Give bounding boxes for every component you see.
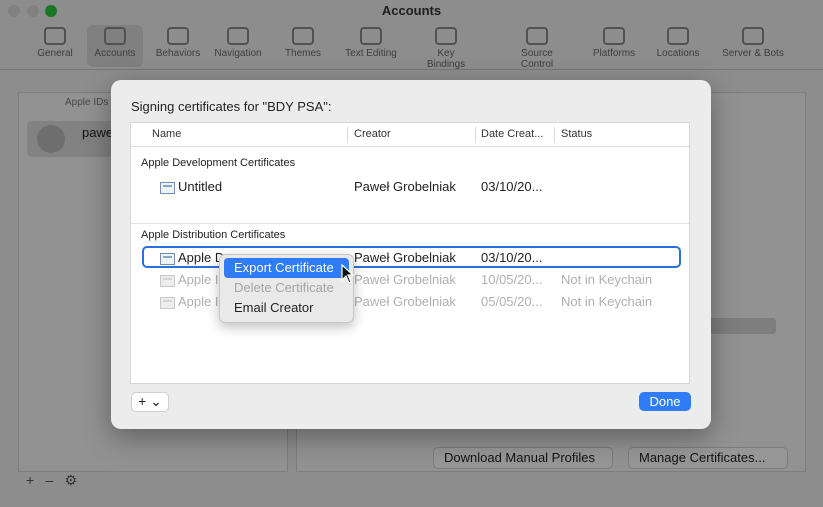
certificate-icon: [160, 253, 175, 265]
cert-name[interactable]: Untitled: [178, 179, 222, 194]
cert-status: Not in Keychain: [561, 272, 653, 287]
certificate-icon: [160, 275, 175, 287]
menu-item-email-creator[interactable]: Email Creator: [224, 298, 349, 318]
certificate-icon: [160, 182, 175, 194]
menu-item-delete-certificate: Delete Certificate: [234, 280, 334, 295]
table-header: Name Creator Date Creat... Status: [131, 123, 689, 147]
column-status[interactable]: Status: [561, 128, 592, 140]
cert-creator: Paweł Grobelniak: [354, 272, 456, 287]
done-button[interactable]: Done: [639, 392, 691, 411]
column-divider: [347, 127, 348, 143]
menu-item-export-certificate[interactable]: Export Certificate: [224, 258, 349, 278]
cert-date: 03/10/20...: [481, 179, 543, 194]
certificates-table: Name Creator Date Creat... Status Apple …: [130, 122, 690, 384]
cert-creator: Paweł Grobelniak: [354, 294, 456, 309]
column-date-created[interactable]: Date Creat...: [481, 128, 543, 140]
column-name[interactable]: Name: [152, 128, 181, 140]
certificate-icon: [160, 297, 175, 309]
sheet-title: Signing certificates for "BDY PSA":: [131, 99, 332, 114]
cert-date: 05/05/20...: [481, 294, 543, 309]
cert-name[interactable]: Apple I: [178, 294, 218, 309]
cert-name[interactable]: Apple I: [178, 272, 218, 287]
column-creator[interactable]: Creator: [354, 128, 391, 140]
cert-creator: Paweł Grobelniak: [354, 250, 456, 265]
add-certificate-button[interactable]: + ⌄: [131, 392, 169, 412]
cert-date: 03/10/20...: [481, 250, 543, 265]
mouse-pointer-icon: [341, 264, 355, 284]
group-label-development: Apple Development Certificates: [141, 157, 296, 169]
signing-certificates-sheet: Signing certificates for "BDY PSA": Name…: [111, 80, 711, 429]
cert-name[interactable]: Apple D: [178, 250, 224, 265]
column-divider: [475, 127, 476, 143]
cert-status: Not in Keychain: [561, 294, 653, 309]
column-divider: [554, 127, 555, 143]
certificate-context-menu: Export Certificate Delete Certificate Em…: [219, 254, 354, 323]
group-label-distribution: Apple Distribution Certificates: [141, 229, 286, 241]
group-divider: [131, 223, 689, 224]
cert-date: 10/05/20...: [481, 272, 543, 287]
cert-creator: Paweł Grobelniak: [354, 179, 456, 194]
